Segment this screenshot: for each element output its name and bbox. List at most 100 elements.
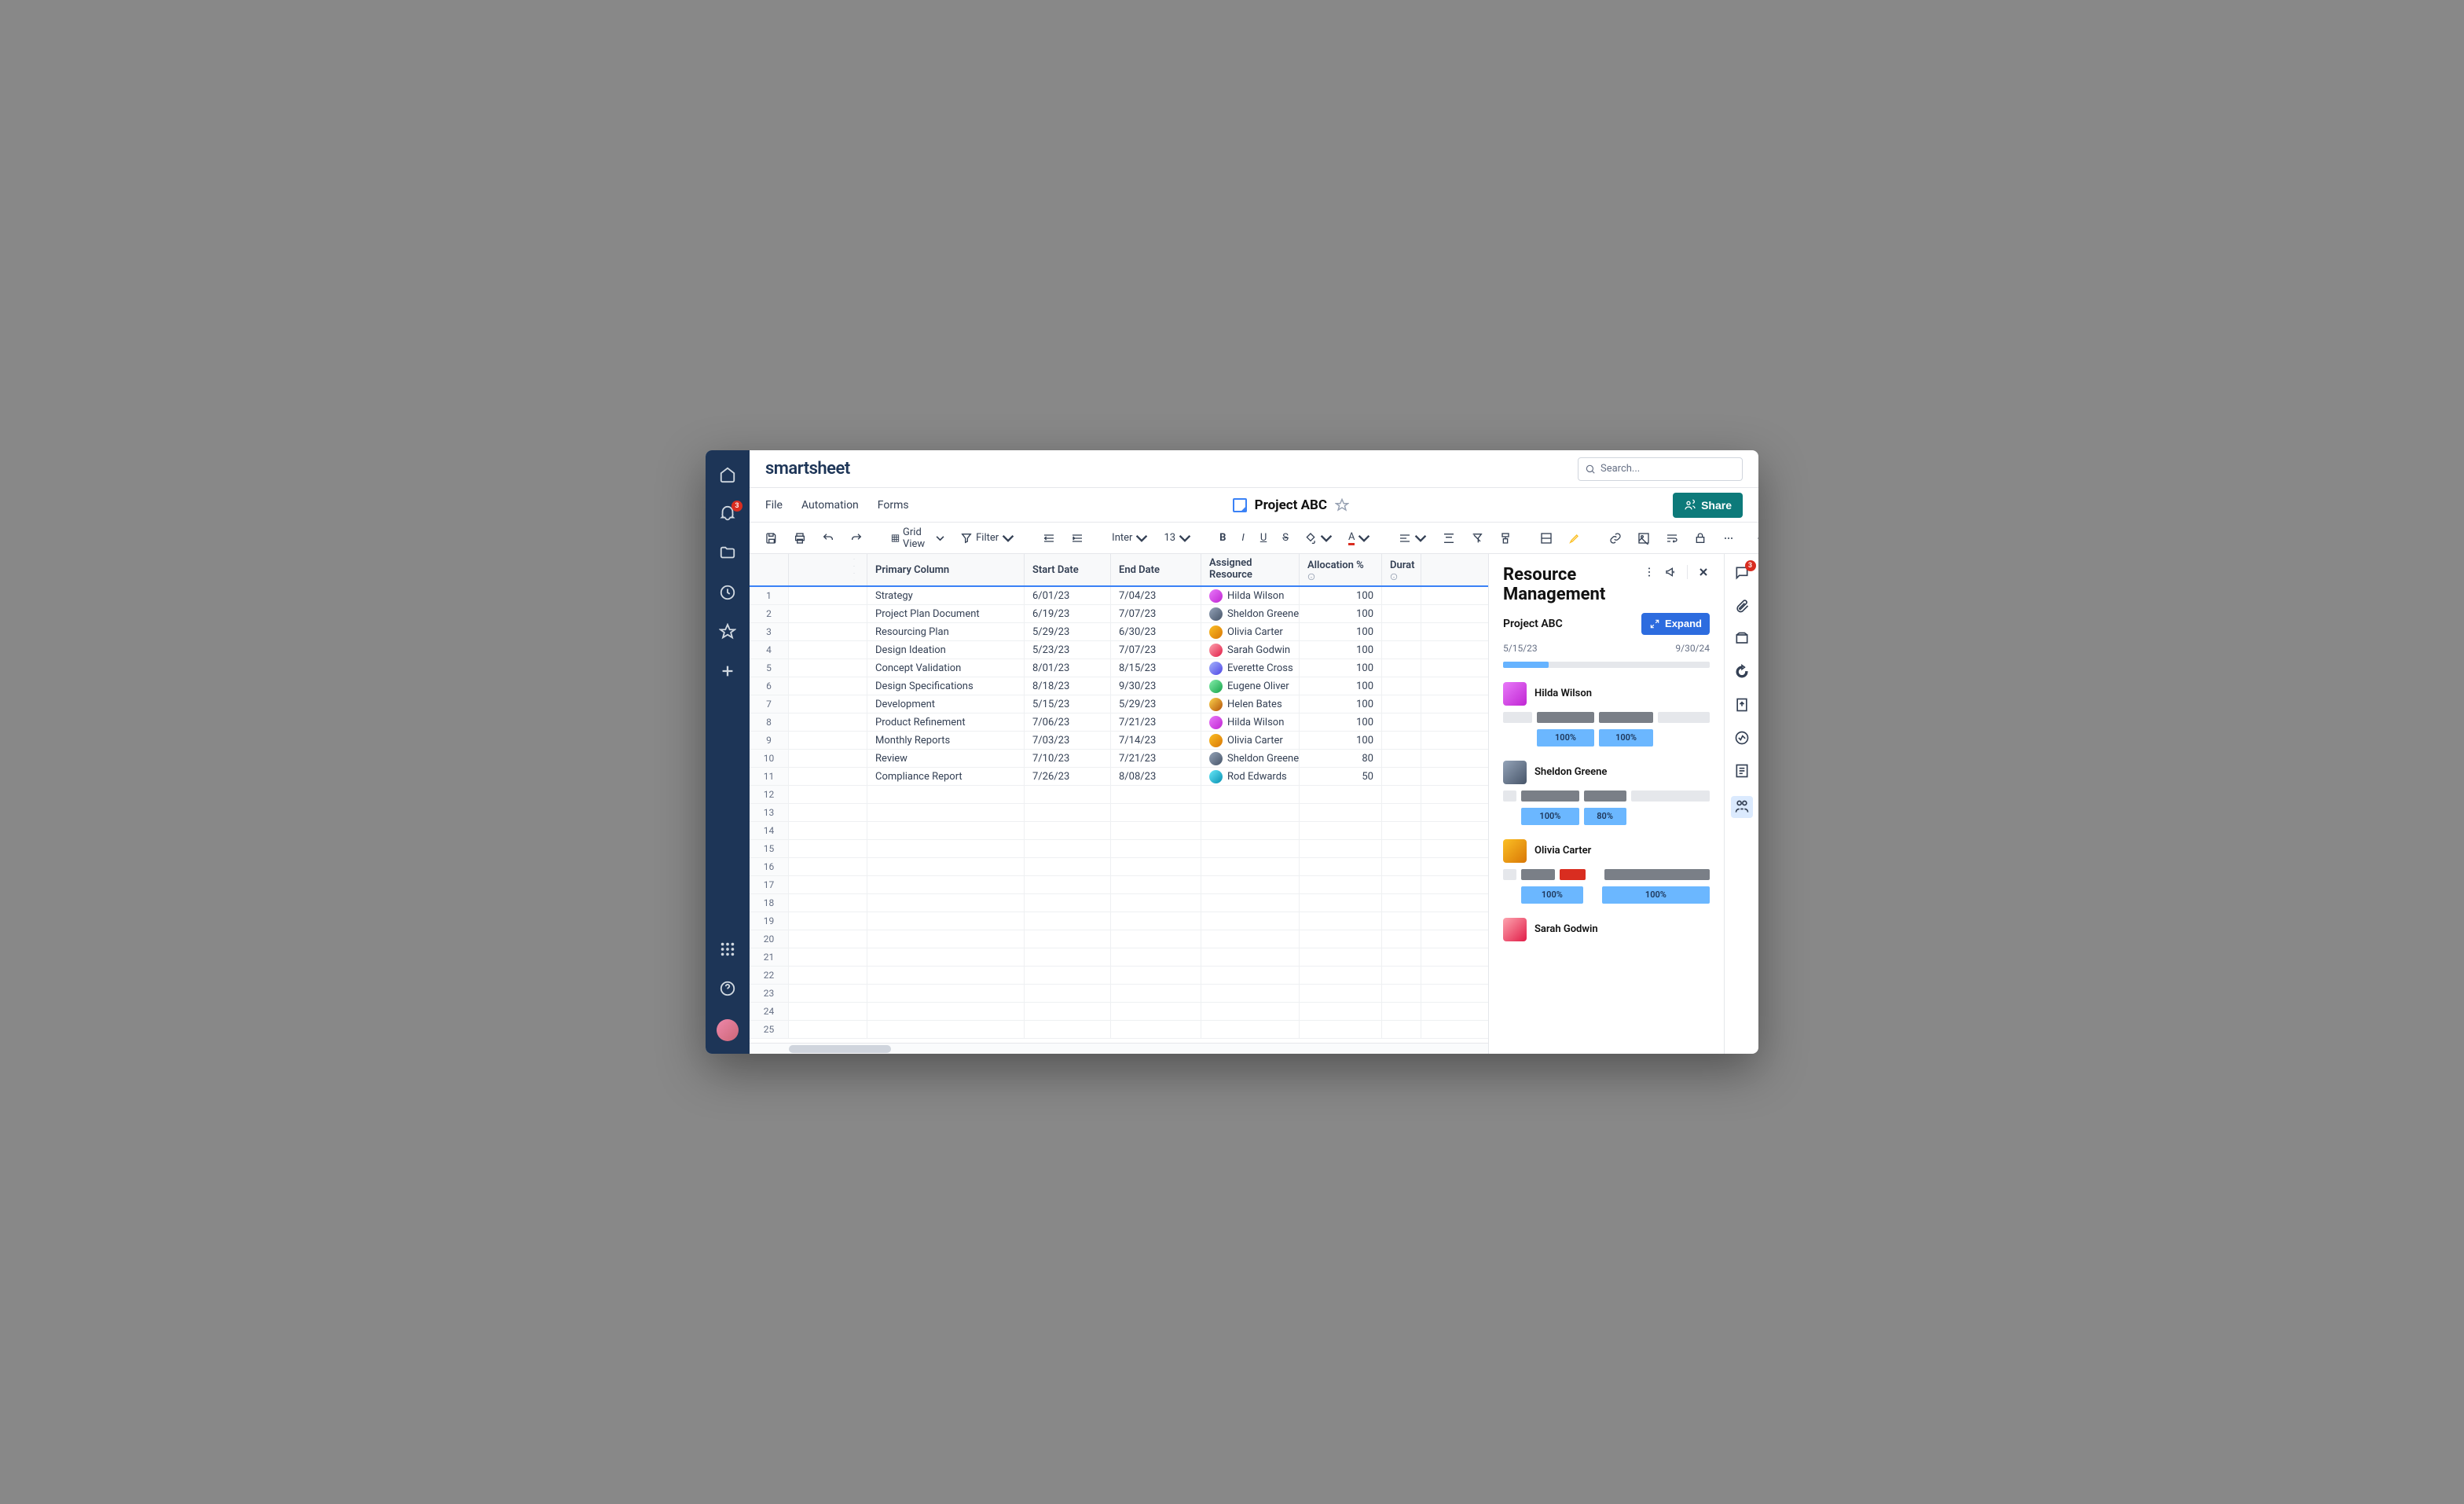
table-row[interactable]: 2 Project Plan Document 6/19/23 7/07/23 … bbox=[750, 605, 1488, 623]
share-button[interactable]: Share bbox=[1673, 493, 1743, 518]
activity-log-icon[interactable] bbox=[1734, 730, 1750, 746]
publish-icon[interactable] bbox=[1734, 697, 1750, 713]
column-start-date[interactable]: Start Date bbox=[1025, 554, 1111, 585]
column-primary[interactable]: Primary Column bbox=[867, 554, 1025, 585]
outdent-icon[interactable] bbox=[1038, 529, 1060, 548]
menu-automation[interactable]: Automation bbox=[801, 499, 859, 512]
lock-icon[interactable] bbox=[1689, 529, 1711, 548]
table-row-empty[interactable]: 22 bbox=[750, 967, 1488, 985]
table-row-empty[interactable]: 19 bbox=[750, 912, 1488, 930]
column-duration[interactable]: Durat bbox=[1382, 554, 1421, 585]
fontsize-selector[interactable]: 13 bbox=[1159, 529, 1196, 548]
view-selector[interactable]: Grid View bbox=[886, 523, 949, 553]
table-row[interactable]: 9 Monthly Reports 7/03/23 7/14/23 Olivia… bbox=[750, 732, 1488, 750]
table-row[interactable]: 4 Design Ideation 5/23/23 7/07/23 Sarah … bbox=[750, 641, 1488, 659]
table-row-empty[interactable]: 24 bbox=[750, 1003, 1488, 1021]
underline-icon[interactable]: U bbox=[1256, 529, 1271, 547]
proofs-icon[interactable] bbox=[1734, 631, 1750, 647]
favorites-icon[interactable] bbox=[719, 623, 736, 640]
image-icon[interactable] bbox=[1633, 529, 1655, 548]
search-icon bbox=[1585, 464, 1596, 475]
italic-icon[interactable]: I bbox=[1237, 529, 1248, 547]
save-icon[interactable] bbox=[761, 529, 783, 548]
table-row-empty[interactable]: 18 bbox=[750, 894, 1488, 912]
resource-name: Hilda Wilson bbox=[1534, 688, 1592, 699]
wrap-icon[interactable] bbox=[1661, 529, 1683, 548]
text-color-icon[interactable]: A bbox=[1344, 528, 1375, 548]
column-assigned[interactable]: Assigned Resource bbox=[1201, 554, 1300, 585]
resource-management-icon[interactable] bbox=[1731, 796, 1753, 818]
close-icon[interactable] bbox=[1697, 566, 1710, 578]
valign-icon[interactable] bbox=[1438, 529, 1460, 548]
table-row[interactable]: 3 Resourcing Plan 5/29/23 6/30/23 Olivia… bbox=[750, 623, 1488, 641]
table-row-empty[interactable]: 13 bbox=[750, 804, 1488, 822]
highlight-icon[interactable] bbox=[1564, 529, 1586, 548]
expand-button[interactable]: Expand bbox=[1641, 613, 1710, 635]
fill-color-icon[interactable] bbox=[1300, 529, 1337, 548]
table-row[interactable]: 10 Review 7/10/23 7/21/23 Sheldon Greene… bbox=[750, 750, 1488, 768]
toolbar: Grid View Filter Inter 13 B I U S A bbox=[750, 523, 1758, 554]
allocation-bar-top bbox=[1503, 712, 1710, 723]
conditional-format-icon[interactable] bbox=[1535, 529, 1557, 548]
comments-icon[interactable]: 3 bbox=[1734, 565, 1750, 581]
favorite-star-icon[interactable] bbox=[1335, 498, 1349, 512]
settings-icon[interactable] bbox=[1752, 529, 1758, 548]
attachments-icon[interactable] bbox=[1734, 598, 1750, 614]
recents-icon[interactable] bbox=[719, 584, 736, 601]
allocation-bar-top bbox=[1503, 869, 1710, 880]
table-row-empty[interactable]: 16 bbox=[750, 858, 1488, 876]
column-end-date[interactable]: End Date bbox=[1111, 554, 1201, 585]
table-row-empty[interactable]: 25 bbox=[750, 1021, 1488, 1039]
table-row-empty[interactable]: 15 bbox=[750, 840, 1488, 858]
info-icon bbox=[1307, 573, 1315, 581]
summary-icon[interactable] bbox=[1734, 763, 1750, 779]
bold-icon[interactable]: B bbox=[1215, 529, 1230, 547]
help-icon[interactable] bbox=[719, 980, 736, 997]
table-row-empty[interactable]: 12 bbox=[750, 786, 1488, 804]
link-icon[interactable] bbox=[1604, 529, 1626, 548]
strikethrough-icon[interactable]: S bbox=[1278, 529, 1293, 547]
align-icon[interactable] bbox=[1394, 529, 1432, 548]
column-rownum[interactable] bbox=[750, 554, 789, 585]
redo-icon[interactable] bbox=[845, 529, 867, 548]
menu-forms[interactable]: Forms bbox=[878, 499, 909, 512]
resource-item: Olivia Carter100%100% bbox=[1503, 839, 1710, 904]
table-row-empty[interactable]: 21 bbox=[750, 948, 1488, 967]
table-row[interactable]: 6 Design Specifications 8/18/23 9/30/23 … bbox=[750, 677, 1488, 695]
announce-icon[interactable] bbox=[1665, 566, 1678, 578]
more-icon[interactable] bbox=[1718, 529, 1740, 548]
table-row[interactable]: 11 Compliance Report 7/26/23 8/08/23 Rod… bbox=[750, 768, 1488, 786]
home-icon[interactable] bbox=[719, 466, 736, 483]
grid-body[interactable]: 1 Strategy 6/01/23 7/04/23 Hilda Wilson … bbox=[750, 587, 1488, 1043]
table-row-empty[interactable]: 20 bbox=[750, 930, 1488, 948]
clear-format-icon[interactable] bbox=[1466, 529, 1488, 548]
format-painter-icon[interactable] bbox=[1494, 529, 1516, 548]
apps-icon[interactable] bbox=[719, 941, 736, 958]
notifications-icon[interactable]: 3 bbox=[719, 505, 736, 523]
table-row[interactable]: 8 Product Refinement 7/06/23 7/21/23 Hil… bbox=[750, 713, 1488, 732]
undo-icon[interactable] bbox=[817, 529, 839, 548]
create-icon[interactable] bbox=[719, 662, 736, 680]
print-icon[interactable] bbox=[789, 529, 811, 548]
filter-button[interactable]: Filter bbox=[955, 529, 1019, 548]
table-row[interactable]: 5 Concept Validation 8/01/23 8/15/23 Eve… bbox=[750, 659, 1488, 677]
indent-icon[interactable] bbox=[1066, 529, 1088, 548]
menu-file[interactable]: File bbox=[765, 499, 783, 512]
panel-menu-icon[interactable] bbox=[1643, 566, 1656, 578]
user-avatar[interactable] bbox=[717, 1019, 739, 1041]
font-selector[interactable]: Inter bbox=[1107, 529, 1153, 548]
resource-avatar bbox=[1503, 761, 1527, 784]
resource-name: Sarah Godwin bbox=[1534, 923, 1598, 935]
timeline-scrubber[interactable] bbox=[1503, 662, 1710, 668]
folder-icon[interactable] bbox=[719, 545, 736, 562]
table-row-empty[interactable]: 14 bbox=[750, 822, 1488, 840]
table-row[interactable]: 7 Development 5/15/23 5/29/23 Helen Bate… bbox=[750, 695, 1488, 713]
table-row-empty[interactable]: 23 bbox=[750, 985, 1488, 1003]
table-row-empty[interactable]: 17 bbox=[750, 876, 1488, 894]
column-allocation[interactable]: Allocation % bbox=[1300, 554, 1382, 585]
info-icon bbox=[1390, 573, 1398, 581]
update-requests-icon[interactable] bbox=[1734, 664, 1750, 680]
search-input[interactable]: Search... bbox=[1578, 457, 1743, 481]
horizontal-scrollbar[interactable] bbox=[750, 1043, 1488, 1054]
table-row[interactable]: 1 Strategy 6/01/23 7/04/23 Hilda Wilson … bbox=[750, 587, 1488, 605]
